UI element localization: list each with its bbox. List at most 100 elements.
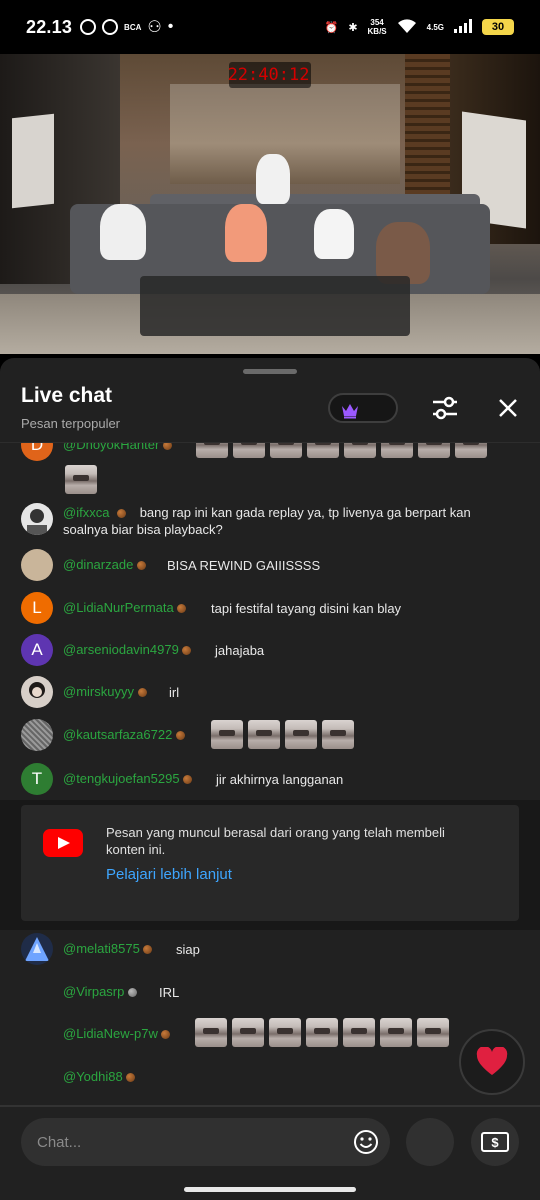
stream-timer: 22:40:12: [228, 62, 311, 88]
chat-message-list[interactable]: D @DnoyokHanter @ifxxca bang rap ini kan…: [0, 443, 540, 1105]
emote: [195, 1018, 227, 1047]
filter-icon[interactable]: [431, 395, 459, 426]
author-name[interactable]: @tengkujoefan5295: [63, 771, 180, 786]
status-bar: 22.13 BCA ⚇ • ⏰ ✱ 354 KB/S 4.5G 30: [0, 0, 540, 54]
learn-more-link[interactable]: Pelajari lebih lanjut: [106, 866, 232, 883]
emote: [233, 443, 265, 458]
supporter-badge-icon: [126, 1073, 136, 1083]
supporter-badge-icon: [161, 1030, 171, 1040]
close-icon[interactable]: [496, 396, 520, 425]
supporter-badge-icon: [182, 646, 192, 656]
emote: [196, 443, 228, 458]
bca-icon: BCA: [124, 22, 142, 32]
heart-icon: [476, 1047, 508, 1075]
avatar[interactable]: [21, 503, 53, 535]
message-text: irl: [169, 685, 180, 700]
network-speed: 354 KB/S: [367, 18, 387, 36]
video-player[interactable]: 22:40:12: [0, 54, 540, 354]
avatar[interactable]: [21, 719, 53, 751]
connection-icon: ⚇: [147, 19, 162, 36]
whatsapp-icon: [80, 19, 97, 35]
message-text: IRL: [159, 985, 180, 1000]
like-reaction-button[interactable]: [459, 1029, 525, 1095]
network-type: 4.5G: [426, 22, 444, 32]
emote: [270, 443, 302, 458]
supporter-badge-icon: [143, 945, 153, 955]
emote: [455, 443, 487, 458]
emote: [343, 1018, 375, 1047]
avatar[interactable]: D: [21, 443, 53, 461]
chat-app-icon: [102, 19, 119, 35]
emote-row: [211, 720, 359, 749]
author-name[interactable]: @dinarzade: [63, 557, 133, 572]
emote: [248, 720, 280, 749]
supporter-badge-icon: [162, 443, 172, 451]
emote-row: [195, 1018, 454, 1047]
photo-board: [12, 113, 54, 209]
author-name[interactable]: @Virpasrp: [63, 984, 124, 999]
svg-text:$: $: [491, 1135, 499, 1150]
supporter-badge-icon: [137, 688, 147, 698]
avatar[interactable]: [21, 676, 53, 708]
avatar[interactable]: [21, 549, 53, 581]
emote: [322, 720, 354, 749]
super-chat-button[interactable]: $: [471, 1118, 519, 1166]
panel-title: Live chat: [21, 384, 113, 407]
avatar[interactable]: T: [21, 763, 53, 795]
avatar-button[interactable]: [406, 1118, 454, 1166]
emote: [232, 1018, 264, 1047]
supporter-badge-icon: [175, 731, 185, 741]
drag-handle[interactable]: [243, 369, 297, 374]
author-name[interactable]: @LidiaNurPermata: [63, 600, 174, 615]
status-time: 22.13: [26, 16, 73, 37]
avatar[interactable]: A: [21, 634, 53, 666]
more-notifications-dot: •: [167, 18, 174, 35]
author-name[interactable]: @kautsarfaza6722: [63, 727, 172, 742]
emote: [380, 1018, 412, 1047]
author-name[interactable]: @DnoyokHanter: [63, 443, 159, 452]
author-name[interactable]: @mirskuyyy: [63, 684, 134, 699]
avatar[interactable]: L: [21, 592, 53, 624]
emote: [65, 465, 97, 494]
supporter-badge-icon: [136, 561, 146, 571]
author-name[interactable]: @LidiaNew-p7w: [63, 1026, 158, 1041]
home-indicator[interactable]: [184, 1187, 356, 1192]
message-text: jir akhirnya langganan: [216, 772, 344, 787]
author-name[interactable]: @ifxxca: [63, 505, 109, 520]
avatar[interactable]: [21, 933, 53, 965]
message-text: tapi festifal tayang disini kan blay: [211, 601, 402, 616]
supporter-badge-icon: [128, 988, 137, 998]
youtube-logo-icon: [43, 829, 83, 857]
chat-input-box[interactable]: [21, 1118, 390, 1166]
live-chat-panel: Live chat Pesan terpopuler D @DnoyokHant…: [0, 358, 540, 1200]
battery-icon: 30: [482, 19, 514, 35]
emoji-icon[interactable]: [353, 1129, 379, 1160]
author-name[interactable]: @melati8575: [63, 941, 140, 956]
author-name[interactable]: @Yodhi88: [63, 1069, 123, 1084]
author-name[interactable]: @arseniodavin4979: [63, 642, 179, 657]
message-text: jahajaba: [215, 643, 265, 658]
supporter-badge-icon: [117, 509, 127, 519]
info-text: Pesan yang muncul berasal dari orang yan…: [106, 825, 445, 857]
emote: [344, 443, 376, 458]
signal-icon: [454, 18, 472, 36]
membership-button[interactable]: [328, 393, 398, 423]
emote: [306, 1018, 338, 1047]
emote: [307, 443, 339, 458]
chat-input[interactable]: [37, 1118, 337, 1166]
emote: [269, 1018, 301, 1047]
purchase-info-card: Pesan yang muncul berasal dari orang yan…: [21, 805, 519, 921]
alarm-icon: ⏰: [324, 21, 339, 34]
emote-row: [196, 443, 492, 458]
crown-icon: [342, 404, 358, 419]
supporter-badge-icon: [183, 775, 193, 785]
emote: [381, 443, 413, 458]
chat-mode-selector[interactable]: Pesan terpopuler: [21, 416, 120, 431]
dollar-icon: $: [481, 1132, 509, 1152]
supporter-badge-icon: [177, 604, 187, 614]
bluetooth-icon: ✱: [348, 21, 358, 34]
emote: [211, 720, 243, 749]
glass-table: [140, 276, 410, 336]
emote: [417, 1018, 449, 1047]
emote: [285, 720, 317, 749]
